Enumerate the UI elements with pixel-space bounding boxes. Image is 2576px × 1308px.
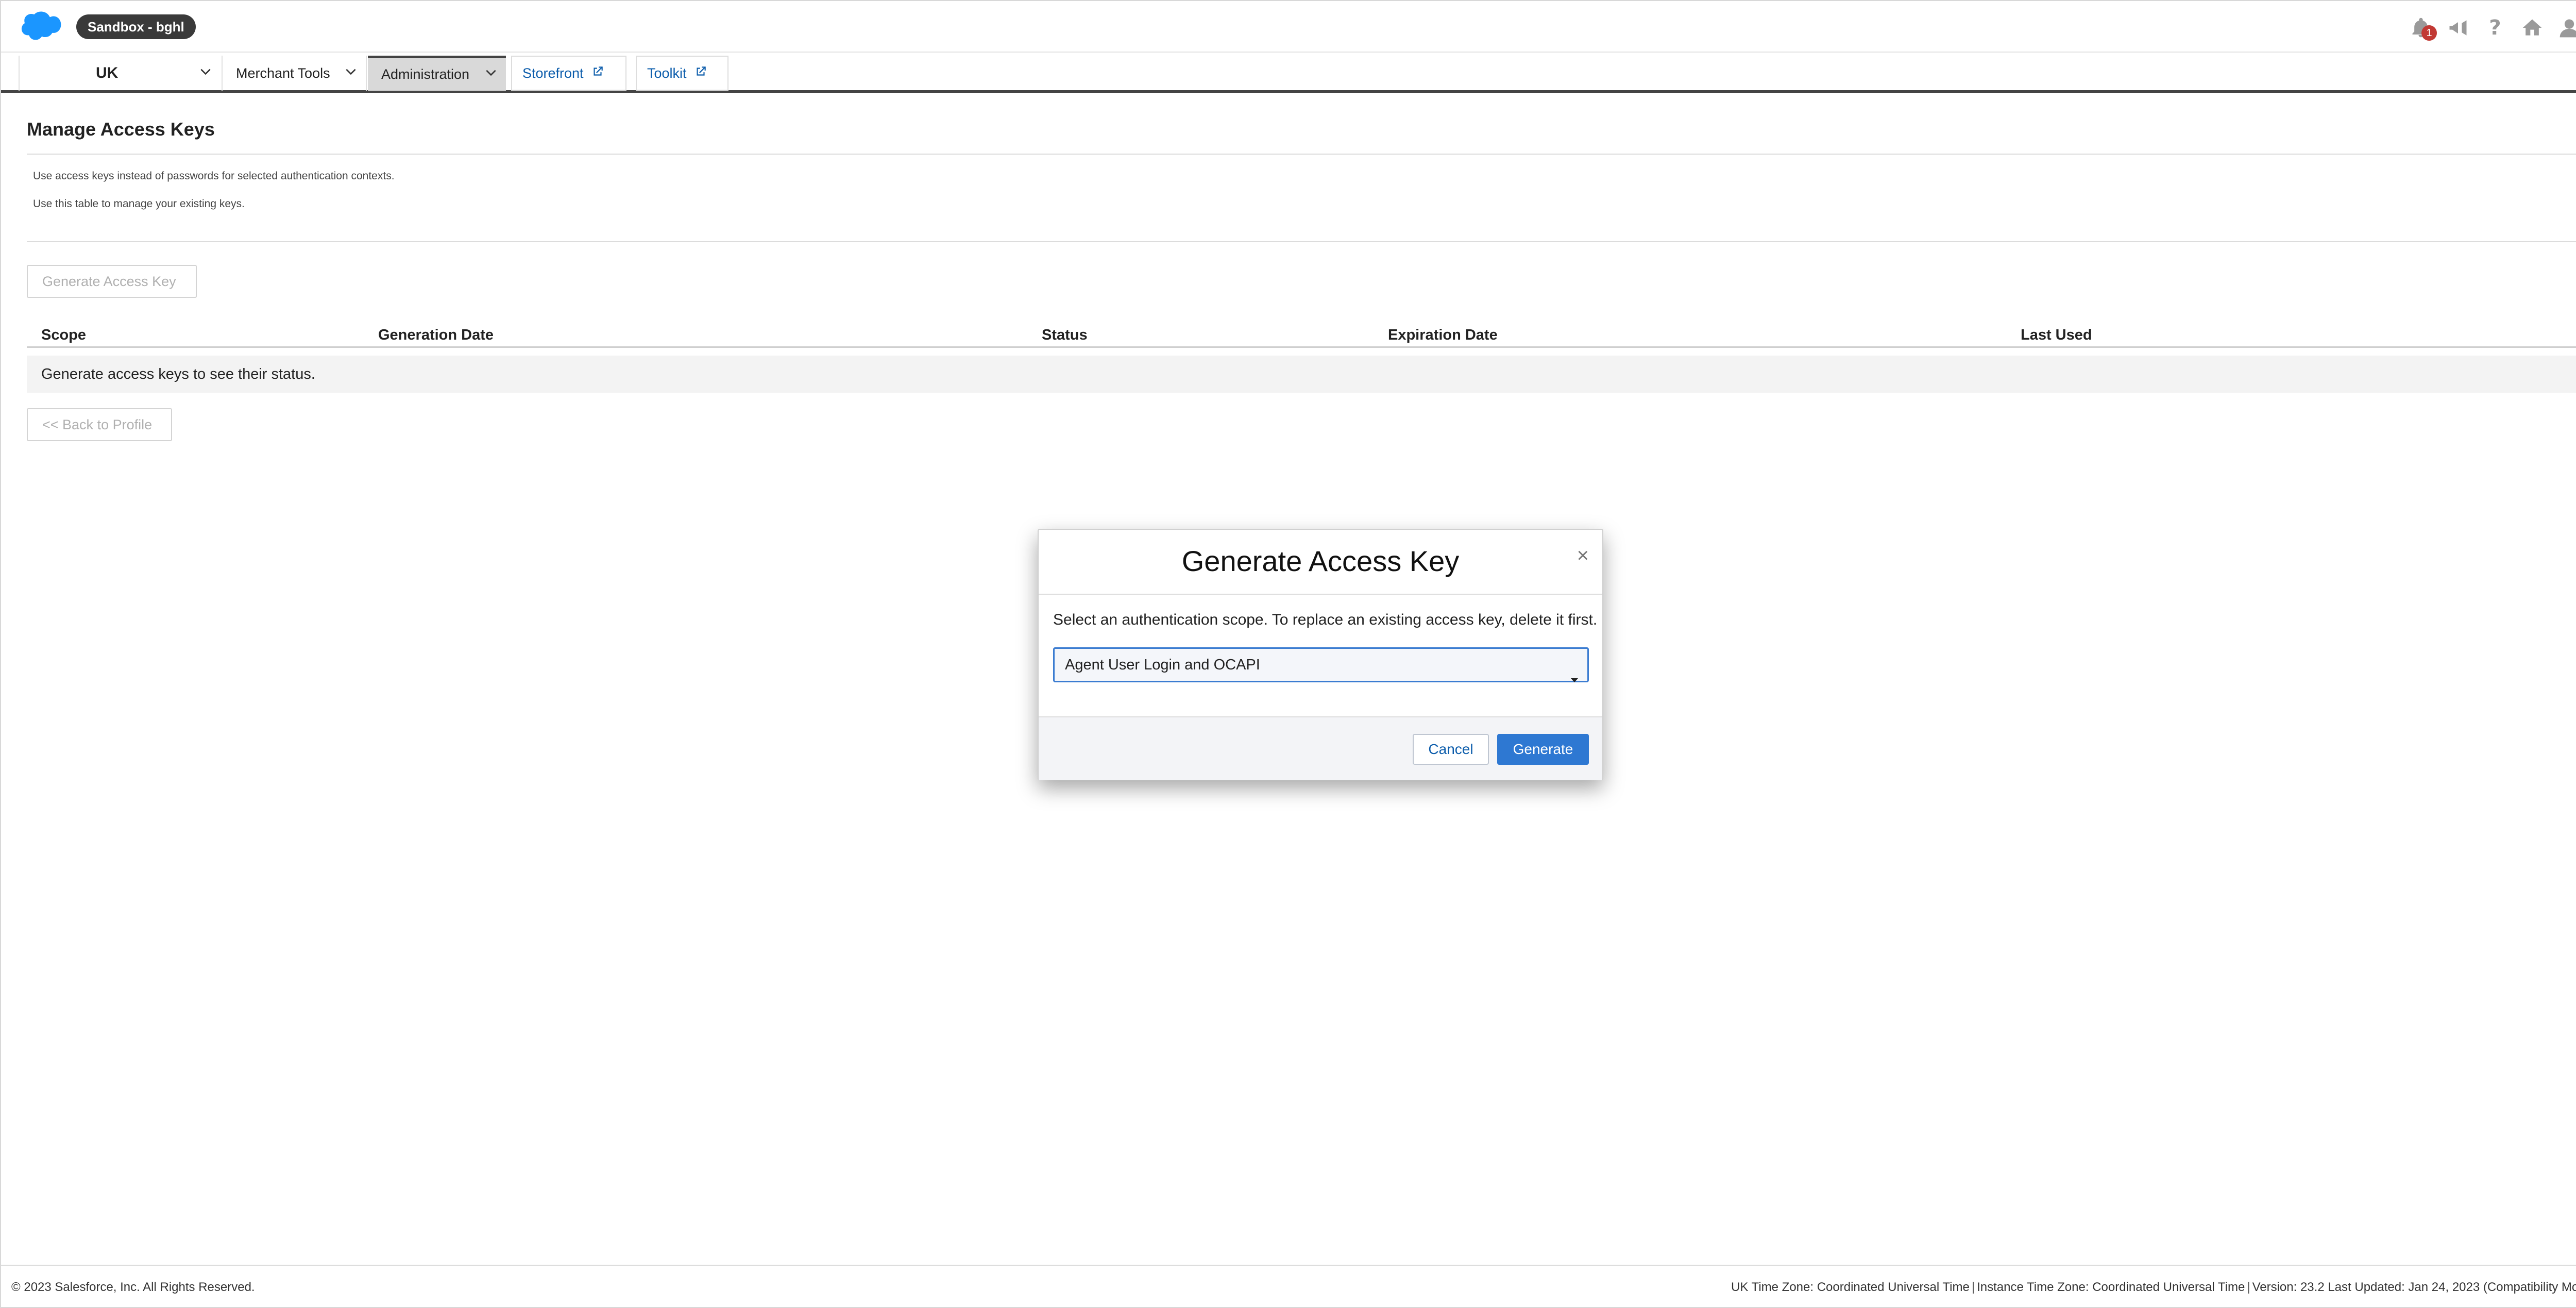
nav-storefront-label: Storefront bbox=[522, 65, 584, 81]
external-link-icon bbox=[591, 65, 604, 82]
chevron-down-icon bbox=[199, 65, 212, 82]
dropdown-caret-icon bbox=[1570, 663, 1579, 695]
column-header-expiration-date[interactable]: Expiration Date bbox=[1388, 327, 1498, 344]
site-selector-label: UK bbox=[96, 64, 118, 81]
copyright-text: © 2023 Salesforce, Inc. All Rights Reser… bbox=[11, 1280, 255, 1294]
page-title: Manage Access Keys bbox=[27, 119, 215, 140]
divider bbox=[27, 241, 2576, 242]
top-bar: Sandbox - bghl 1 ? bbox=[1, 1, 2576, 52]
nav-storefront-link[interactable]: Storefront bbox=[511, 56, 626, 91]
dialog-title: Generate Access Key bbox=[1181, 545, 1460, 577]
column-header-status[interactable]: Status bbox=[1042, 327, 1088, 344]
page: Sandbox - bghl 1 ? UK Merchant Tools Adm… bbox=[0, 0, 2576, 1308]
authentication-scope-select[interactable]: Agent User Login and OCAPI bbox=[1053, 647, 1589, 682]
column-header-generation-date[interactable]: Generation Date bbox=[378, 327, 494, 344]
description-text: Use this table to manage your existing k… bbox=[33, 198, 245, 210]
footer-info: UK Time Zone: Coordinated Universal Time… bbox=[1731, 1280, 2576, 1295]
authentication-scope-value: Agent User Login and OCAPI bbox=[1065, 657, 1260, 673]
main-navigation: UK Merchant Tools Administration Storefr… bbox=[1, 52, 2576, 93]
svg-text:?: ? bbox=[2489, 16, 2501, 39]
site-selector[interactable]: UK bbox=[19, 56, 223, 91]
notification-bell-icon[interactable]: 1 bbox=[2408, 15, 2437, 41]
dialog-header: Generate Access Key × bbox=[1039, 530, 1602, 595]
help-icon[interactable]: ? bbox=[2482, 15, 2508, 41]
chevron-down-icon bbox=[484, 66, 498, 83]
nav-merchant-tools-label: Merchant Tools bbox=[236, 65, 330, 81]
nav-merchant-tools[interactable]: Merchant Tools bbox=[223, 56, 367, 91]
external-link-icon bbox=[694, 65, 707, 82]
generate-access-key-dialog: Generate Access Key × Select an authenti… bbox=[1038, 529, 1603, 780]
close-icon[interactable]: × bbox=[1577, 545, 1589, 566]
table-empty-message: Generate access keys to see their status… bbox=[41, 366, 315, 382]
version-text: Version: 23.2 Last Updated: Jan 24, 2023… bbox=[2252, 1280, 2576, 1294]
salesforce-logo-icon[interactable] bbox=[16, 9, 66, 44]
description-text: Use access keys instead of passwords for… bbox=[33, 170, 395, 182]
home-icon[interactable] bbox=[2519, 15, 2545, 41]
column-header-last-used[interactable]: Last Used bbox=[2021, 327, 2092, 344]
nav-toolkit-label: Toolkit bbox=[647, 65, 687, 81]
generate-access-key-button[interactable]: Generate Access Key bbox=[27, 265, 197, 298]
dialog-instruction: Select an authentication scope. To repla… bbox=[1053, 611, 1598, 628]
generate-button[interactable]: Generate bbox=[1497, 734, 1589, 765]
top-icon-group: 1 ? bbox=[2408, 13, 2576, 42]
user-icon[interactable] bbox=[2556, 15, 2576, 41]
table-empty-row: Generate access keys to see their status… bbox=[27, 356, 2576, 393]
nav-toolkit-link[interactable]: Toolkit bbox=[636, 56, 728, 91]
cancel-button[interactable]: Cancel bbox=[1413, 734, 1489, 765]
separator: | bbox=[2247, 1280, 2250, 1294]
environment-badge: Sandbox - bghl bbox=[76, 14, 196, 39]
page-footer: © 2023 Salesforce, Inc. All Rights Reser… bbox=[1, 1265, 2576, 1308]
access-keys-table-header: Scope Generation Date Status Expiration … bbox=[27, 324, 2576, 348]
nav-administration[interactable]: Administration bbox=[368, 56, 506, 91]
back-to-profile-button[interactable]: << Back to Profile bbox=[27, 408, 172, 441]
divider bbox=[27, 154, 2576, 155]
dialog-footer: Cancel Generate bbox=[1039, 716, 1602, 780]
instance-timezone-text: Instance Time Zone: Coordinated Universa… bbox=[1977, 1280, 2245, 1294]
chevron-down-icon bbox=[344, 65, 358, 82]
column-header-scope[interactable]: Scope bbox=[41, 327, 86, 344]
nav-administration-label: Administration bbox=[381, 66, 470, 82]
separator: | bbox=[1971, 1280, 1975, 1294]
site-timezone-text: UK Time Zone: Coordinated Universal Time bbox=[1731, 1280, 1970, 1294]
notification-count-badge: 1 bbox=[2421, 25, 2437, 41]
announcement-icon[interactable] bbox=[2445, 15, 2471, 41]
